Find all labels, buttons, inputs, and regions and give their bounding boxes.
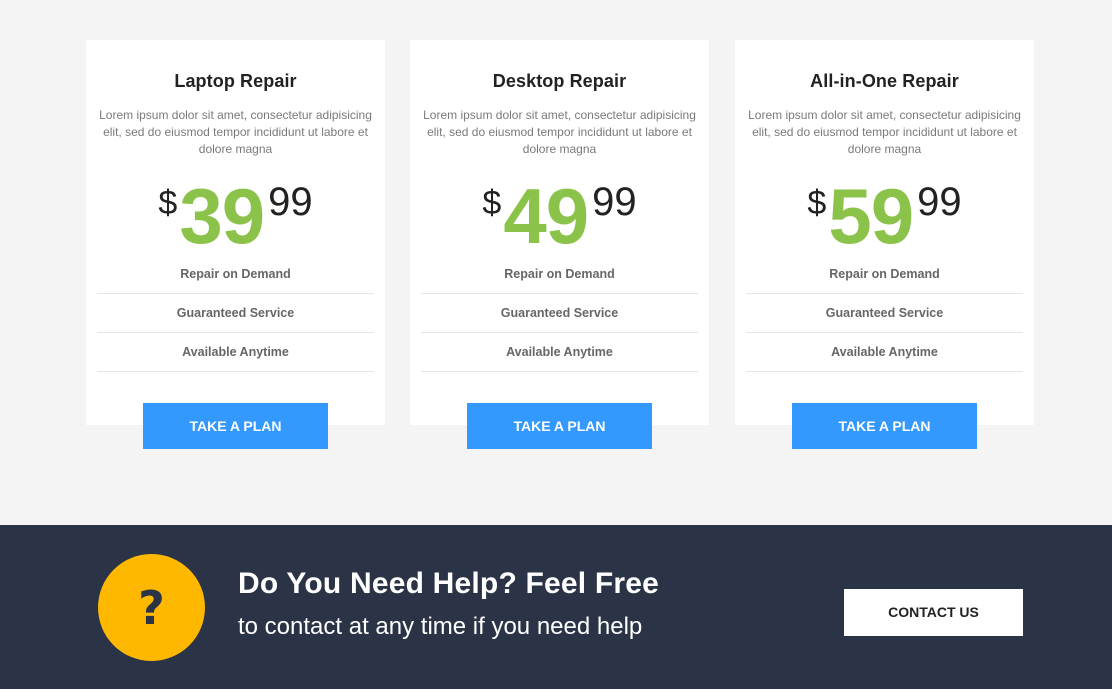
plan-title: Laptop Repair: [174, 71, 297, 91]
plan-features: Repair on Demand Guaranteed Service Avai…: [746, 255, 1023, 372]
price-currency: $: [807, 184, 827, 222]
price-whole: 49: [503, 172, 589, 260]
price-currency: $: [158, 184, 178, 222]
price-cents: 99: [268, 180, 313, 224]
plan-description: Lorem ipsum dolor sit amet, consectetur …: [423, 108, 696, 156]
feature-item: Available Anytime: [97, 333, 374, 372]
question-mark-icon: ?: [98, 554, 205, 661]
feature-item: Available Anytime: [746, 333, 1023, 372]
feature-item: Repair on Demand: [97, 255, 374, 294]
price-whole: 59: [828, 172, 914, 260]
plan-price: $ 49 99: [410, 176, 709, 256]
plan-title: All-in-One Repair: [810, 71, 959, 91]
price-cents: 99: [592, 180, 637, 224]
plan-price: $ 39 99: [86, 176, 385, 256]
feature-item: Available Anytime: [421, 333, 698, 372]
feature-item: Repair on Demand: [746, 255, 1023, 294]
feature-item: Guaranteed Service: [746, 294, 1023, 333]
price-currency: $: [482, 184, 502, 222]
price-cents: 99: [917, 180, 962, 224]
question-glyph: ?: [138, 580, 165, 635]
help-title: Do You Need Help? Feel Free: [238, 567, 660, 600]
plan-title: Desktop Repair: [492, 71, 627, 91]
pricing-section: Laptop Repair Lorem ipsum dolor sit amet…: [0, 0, 1112, 525]
feature-item: Guaranteed Service: [421, 294, 698, 333]
take-a-plan-button[interactable]: TAKE A PLAN: [143, 403, 328, 449]
plan-description: Lorem ipsum dolor sit amet, consectetur …: [99, 108, 372, 156]
help-subtitle: to contact at any time if you need help: [238, 613, 643, 640]
take-a-plan-button[interactable]: TAKE A PLAN: [467, 403, 652, 449]
pricing-card-desktop: Desktop Repair Lorem ipsum dolor sit ame…: [410, 40, 709, 449]
take-a-plan-button[interactable]: TAKE A PLAN: [792, 403, 977, 449]
price-whole: 39: [179, 172, 265, 260]
feature-item: Repair on Demand: [421, 255, 698, 294]
help-banner: ? Do You Need Help? Feel Free to contact…: [0, 525, 1112, 689]
pricing-card-laptop: Laptop Repair Lorem ipsum dolor sit amet…: [86, 40, 385, 449]
contact-us-button[interactable]: CONTACT US: [844, 589, 1023, 636]
plan-features: Repair on Demand Guaranteed Service Avai…: [421, 255, 698, 372]
plan-features: Repair on Demand Guaranteed Service Avai…: [97, 255, 374, 372]
plan-price: $ 59 99: [735, 176, 1034, 256]
pricing-card-all-in-one: All-in-One Repair Lorem ipsum dolor sit …: [735, 40, 1034, 449]
feature-item: Guaranteed Service: [97, 294, 374, 333]
plan-description: Lorem ipsum dolor sit amet, consectetur …: [748, 108, 1021, 156]
